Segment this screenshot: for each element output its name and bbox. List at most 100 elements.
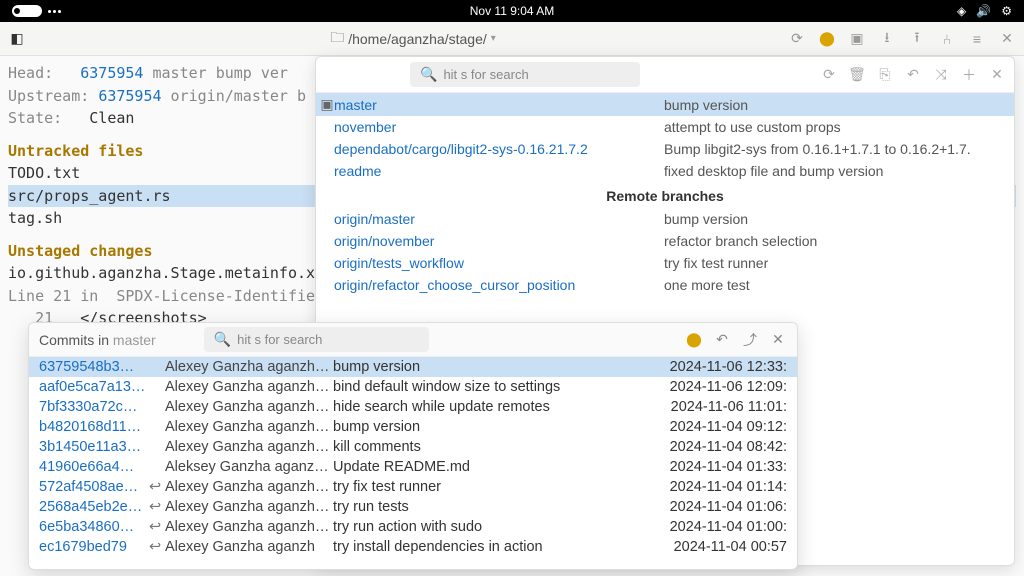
commit-author: Alexey Ganzha aganzh… <box>165 399 333 415</box>
commit-date: 2024-11-04 08:42: <box>657 439 787 455</box>
branch-name: november <box>334 119 664 135</box>
upload-icon[interactable]: ⭱ <box>908 30 926 48</box>
power-icon[interactable]: ⚙ <box>1001 4 1012 18</box>
copy-icon[interactable]: ⎘ <box>876 66 894 84</box>
branch-name: origin/refactor_choose_cursor_position <box>334 277 664 293</box>
close-icon[interactable]: ✕ <box>998 30 1016 48</box>
commit-row[interactable]: 63759548b3… Alexey Ganzha aganzh…bump ver… <box>29 357 797 377</box>
menu-icon[interactable]: ≡ <box>968 30 986 48</box>
wifi-icon[interactable]: ◈ <box>957 4 966 18</box>
commit-row[interactable]: 2568a45eb2e…↩Alexey Ganzha aganzh…try ru… <box>29 497 797 517</box>
branch-row[interactable]: origin/refactor_choose_cursor_positionon… <box>316 274 1014 296</box>
commit-message: bind default window size to settings <box>333 379 657 395</box>
shuffle-icon[interactable]: ⤨ <box>932 66 950 84</box>
branch-row[interactable]: ▣masterbump version <box>316 93 1014 116</box>
search-icon: 🔍 <box>214 331 231 348</box>
commit-row[interactable]: ec1679bed79↩Alexey Ganzha aganzhtry inst… <box>29 537 797 557</box>
commit-message: Update README.md <box>333 459 657 475</box>
plus-icon[interactable]: ＋ <box>960 66 978 84</box>
state-label: State: <box>8 109 89 127</box>
commit-row[interactable]: 3b1450e11a3… Alexey Ganzha aganzh…kill co… <box>29 437 797 457</box>
commit-message: hide search while update remotes <box>333 399 657 415</box>
branch-search-input[interactable]: 🔍 hit s for search <box>410 62 640 87</box>
branch-message: bump version <box>664 211 748 227</box>
branch-name: readme <box>334 163 664 179</box>
warning-icon[interactable]: ⬤ <box>685 331 703 349</box>
commit-hash[interactable]: 7bf3330a72c… <box>39 399 149 415</box>
commit-row[interactable]: 41960e66a4… Aleksey Ganzha aganz…Update R… <box>29 457 797 477</box>
activities-pill[interactable] <box>12 5 42 17</box>
commit-author: Alexey Ganzha aganzh… <box>165 439 333 455</box>
branch-message: refactor branch selection <box>664 233 817 249</box>
share-icon[interactable]: ⤴ <box>741 331 759 349</box>
commit-date: 2024-11-04 01:06: <box>657 499 787 515</box>
upstream-hash[interactable]: 6375954 <box>98 87 161 105</box>
commit-row[interactable]: b4820168d11…Alexey Ganzha aganzh…bump ve… <box>29 417 797 437</box>
commits-panel: Commits in master 🔍 hit s for search ⬤ ↶… <box>28 322 798 570</box>
reply-icon: ↩ <box>149 539 165 555</box>
warning-icon[interactable]: ⬤ <box>818 30 836 48</box>
commit-hash[interactable]: 3b1450e11a3… <box>39 439 149 455</box>
commit-message: try run tests <box>333 499 657 515</box>
branch-name: master <box>334 97 664 113</box>
current-branch-marker: ▣ <box>320 96 334 113</box>
commit-row[interactable]: 7bf3330a72c… Alexey Ganzha aganzh…hide se… <box>29 397 797 417</box>
commit-hash[interactable]: 572af4508ae… <box>39 479 149 495</box>
commit-search-input[interactable]: 🔍 hit s for search <box>204 327 429 352</box>
commit-date: 2024-11-06 11:01: <box>657 399 787 415</box>
trash-icon[interactable]: 🗑 <box>848 66 866 84</box>
branch-row[interactable]: origin/tests_workflowtry fix test runner <box>316 252 1014 274</box>
branch-row[interactable]: origin/novemberrefactor branch selection <box>316 230 1014 252</box>
commit-hash[interactable]: 41960e66a4… <box>39 459 149 475</box>
commit-date: 2024-11-04 01:00: <box>657 519 787 535</box>
commit-author: Aleksey Ganzha aganz… <box>165 459 333 475</box>
revert-icon[interactable]: ↶ <box>904 66 922 84</box>
clock[interactable]: Nov 11 9:04 AM <box>470 4 555 18</box>
commits-title: Commits in master <box>39 332 156 348</box>
commit-author: Alexey Ganzha aganzh <box>165 539 333 555</box>
commit-date: 2024-11-06 12:33: <box>657 359 787 375</box>
commit-row[interactable]: 6e5ba34860…↩Alexey Ganzha aganzh…try run… <box>29 517 797 537</box>
commit-author: Alexey Ganzha aganzh… <box>165 359 333 375</box>
branch-message: one more test <box>664 277 750 293</box>
branch-row[interactable]: readmefixed desktop file and bump versio… <box>316 160 1014 182</box>
app-titlebar: ◧ 🗀 /home/aganzha/stage/ ▾ ⟳ ⬤ ▣ ⭳ ⭱ ⑃ ≡… <box>0 22 1024 56</box>
commit-row[interactable]: aaf0e5ca7a13… Alexey Ganzha aganzh…bind d… <box>29 377 797 397</box>
folder-icon: 🗀 <box>330 27 344 51</box>
commit-hash[interactable]: b4820168d11… <box>39 419 149 435</box>
volume-icon[interactable]: 🔊 <box>976 4 991 18</box>
commit-author: Alexey Ganzha aganzh… <box>165 519 333 535</box>
branch-message: try fix test runner <box>664 255 768 271</box>
camera-icon[interactable]: ▣ <box>848 30 866 48</box>
commit-hash[interactable]: aaf0e5ca7a13… <box>39 379 149 395</box>
branch-row[interactable]: dependabot/cargo/libgit2-sys-0.16.21.7.2… <box>316 138 1014 160</box>
branch-row[interactable]: novemberattempt to use custom props <box>316 116 1014 138</box>
commit-author: Alexey Ganzha aganzh… <box>165 499 333 515</box>
branch-message: Bump libgit2-sys from 0.16.1+1.7.1 to 0.… <box>664 141 971 157</box>
branch-name: origin/master <box>334 211 664 227</box>
reply-icon: ↩ <box>149 479 165 495</box>
commit-hash[interactable]: 63759548b3… <box>39 359 149 375</box>
branch-name: origin/tests_workflow <box>334 255 664 271</box>
commit-message: kill comments <box>333 439 657 455</box>
graph-icon[interactable]: ⑃ <box>938 30 956 48</box>
commit-hash[interactable]: ec1679bed79 <box>39 539 149 555</box>
head-hash[interactable]: 6375954 <box>80 64 143 82</box>
refresh-icon[interactable]: ⟳ <box>820 66 838 84</box>
commit-author: Alexey Ganzha aganzh… <box>165 379 333 395</box>
sidebar-toggle-icon[interactable]: ◧ <box>8 30 26 48</box>
download-icon[interactable]: ⭳ <box>878 30 896 48</box>
undo-icon[interactable]: ↶ <box>713 331 731 349</box>
branch-name: origin/november <box>334 233 664 249</box>
commit-date: 2024-11-04 09:12: <box>657 419 787 435</box>
close-icon[interactable]: ✕ <box>988 66 1006 84</box>
commit-message: try fix test runner <box>333 479 657 495</box>
refresh-icon[interactable]: ⟳ <box>788 30 806 48</box>
branch-row[interactable]: origin/masterbump version <box>316 208 1014 230</box>
close-icon[interactable]: ✕ <box>769 331 787 349</box>
commit-hash[interactable]: 2568a45eb2e… <box>39 499 149 515</box>
commit-row[interactable]: 572af4508ae…↩Alexey Ganzha aganzh…try fi… <box>29 477 797 497</box>
commit-hash[interactable]: 6e5ba34860… <box>39 519 149 535</box>
commit-message: bump version <box>333 359 657 375</box>
path-breadcrumb[interactable]: 🗀 /home/aganzha/stage/ ▾ <box>38 27 788 51</box>
